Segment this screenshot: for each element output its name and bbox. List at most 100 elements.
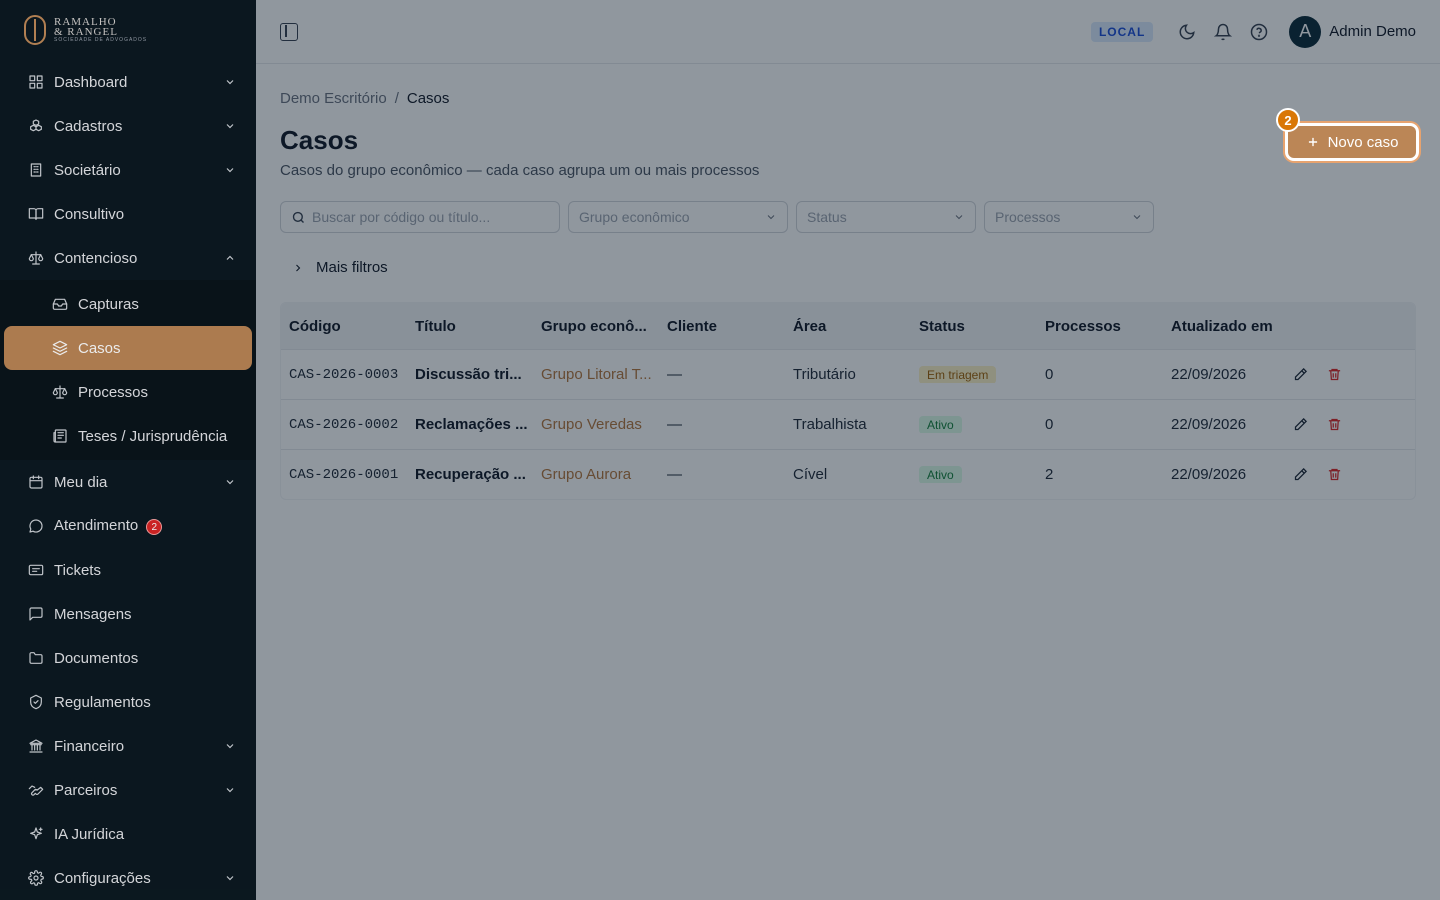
landmark-icon	[28, 738, 44, 754]
column-header-cliente[interactable]: Cliente	[659, 318, 785, 335]
sidebar-item-dashboard[interactable]: Dashboard	[0, 60, 256, 104]
column-header-codigo[interactable]: Código	[281, 318, 407, 335]
edit-icon[interactable]	[1293, 367, 1309, 383]
chat-icon	[28, 518, 44, 534]
trash-icon[interactable]	[1327, 367, 1343, 383]
cell-codigo[interactable]: CAS-2026-0003	[281, 367, 407, 383]
sidebar-item-ia-juridica[interactable]: IA Jurídica	[0, 812, 256, 856]
table-row[interactable]: CAS-2026-0001 Recuperação ... Grupo Aurora…	[281, 449, 1415, 499]
column-header-atualizado-em[interactable]: Atualizado em	[1163, 318, 1289, 335]
column-header-grupo-econo[interactable]: Grupo econô...	[533, 318, 659, 335]
cell-actions	[1289, 367, 1389, 383]
table-header: Código Título Grupo econô... Cliente Área Sta…	[281, 303, 1415, 349]
newspaper-icon	[52, 428, 68, 444]
status-select[interactable]: Status	[796, 201, 976, 233]
notification-badge: 2	[146, 519, 163, 536]
status-badge: Ativo	[919, 466, 962, 483]
chevron-down-icon	[226, 876, 234, 881]
grupo-select[interactable]: Grupo econômico	[568, 201, 788, 233]
processos-select[interactable]: Processos	[984, 201, 1154, 233]
brand-logo[interactable]: RAMALHO & RANGEL SOCIEDADE DE ADVOGADOS	[0, 0, 256, 60]
bell-icon[interactable]	[1213, 22, 1233, 42]
chevron-down-icon	[226, 168, 234, 173]
sidebar-subitem-casos[interactable]: Casos	[4, 326, 252, 370]
cases-table: Código Título Grupo econô... Cliente Área Sta…	[280, 302, 1416, 500]
chevron-down-icon	[767, 215, 775, 220]
cell-grupo[interactable]: Grupo Litoral T...	[533, 366, 659, 383]
help-icon[interactable]	[1249, 22, 1269, 42]
table-row[interactable]: CAS-2026-0003 Discussão tri... Grupo Litor…	[281, 349, 1415, 399]
edit-icon[interactable]	[1293, 467, 1309, 483]
new-case-label: Novo caso	[1327, 133, 1399, 151]
chevron-down-icon	[226, 124, 234, 129]
cell-titulo[interactable]: Recuperação ...	[407, 466, 533, 483]
sidebar-item-configuracoes[interactable]: Configurações	[0, 856, 256, 900]
column-header-area[interactable]: Área	[785, 318, 911, 335]
sidebar-item-documentos[interactable]: Documentos	[0, 636, 256, 680]
sidebar-subitem-capturas[interactable]: Capturas	[0, 282, 256, 326]
cell-codigo[interactable]: CAS-2026-0002	[281, 417, 407, 433]
sidebar-item-financeiro[interactable]: Financeiro	[0, 724, 256, 768]
column-header-titulo[interactable]: Título	[407, 318, 533, 335]
chevron-down-icon	[1133, 215, 1141, 220]
brand-line2: & RANGEL	[54, 26, 118, 38]
cell-codigo[interactable]: CAS-2026-0001	[281, 467, 407, 483]
status-select-value: Status	[807, 209, 847, 225]
sidebar-subitem-processos[interactable]: Processos	[0, 370, 256, 414]
chevron-up-icon	[226, 255, 234, 260]
breadcrumb-separator: /	[394, 90, 399, 107]
cell-grupo[interactable]: Grupo Aurora	[533, 466, 659, 483]
avatar[interactable]: A	[1289, 15, 1322, 48]
sidebar-item-societario[interactable]: Societário	[0, 148, 256, 192]
more-filters-toggle[interactable]: Mais filtros	[280, 259, 1416, 276]
sidebar-item-tickets[interactable]: Tickets	[0, 548, 256, 592]
tour-spotlight: Novo caso 2	[1276, 108, 1416, 158]
sidebar-item-parceiros[interactable]: Parceiros	[0, 768, 256, 812]
processos-select-value: Processos	[995, 209, 1061, 225]
cell-titulo[interactable]: Reclamações ...	[407, 416, 533, 433]
moon-icon[interactable]	[1177, 22, 1197, 42]
table-row[interactable]: CAS-2026-0002 Reclamações ... Grupo Vereda…	[281, 399, 1415, 449]
sparkles-icon	[28, 826, 44, 842]
breadcrumb-root[interactable]: Demo Escritório	[280, 90, 387, 107]
sidebar-subitem-label: Casos	[78, 339, 121, 357]
column-header-status[interactable]: Status	[911, 318, 1037, 335]
cell-cliente: —	[667, 466, 682, 483]
column-header-processos[interactable]: Processos	[1037, 318, 1163, 335]
cell-processos: 0	[1045, 416, 1054, 433]
sidebar-item-regulamentos[interactable]: Regulamentos	[0, 680, 256, 724]
sidebar-item-consultivo[interactable]: Consultivo	[0, 192, 256, 236]
sidebar-toggle-icon[interactable]	[280, 22, 298, 41]
sidebar-item-cadastros[interactable]: Cadastros	[0, 104, 256, 148]
page-subtitle: Casos do grupo econômico — cada caso agr…	[280, 162, 760, 179]
sidebar-item-mensagens[interactable]: Mensagens	[0, 592, 256, 636]
book-icon	[28, 206, 44, 222]
sidebar-subitem-label: Capturas	[78, 295, 139, 313]
cell-area: Cível	[793, 466, 828, 483]
sidebar-item-atendimento[interactable]: Atendimento 2	[0, 504, 256, 548]
trash-icon[interactable]	[1327, 467, 1343, 483]
page-title: Casos	[280, 125, 359, 155]
new-case-button[interactable]: Novo caso	[1288, 126, 1416, 158]
cell-atualizado: 22/09/2026	[1171, 466, 1247, 483]
chevron-right-icon	[296, 264, 301, 271]
edit-icon[interactable]	[1293, 417, 1309, 433]
sidebar-subitem-teses-jurisprudencia[interactable]: Teses / Jurisprudência	[0, 414, 256, 458]
cell-cliente: —	[667, 416, 682, 433]
user-name[interactable]: Admin Demo	[1329, 23, 1416, 40]
search-input[interactable]: Buscar por código ou título...	[280, 201, 560, 233]
grupo-select-value: Grupo econômico	[579, 209, 690, 225]
cell-actions	[1289, 467, 1389, 483]
sidebar-item-label: Societário	[54, 161, 121, 179]
cell-grupo[interactable]: Grupo Veredas	[533, 416, 659, 433]
brand-wordmark: RAMALHO & RANGEL SOCIEDADE DE ADVOGADOS	[54, 17, 147, 44]
trash-icon[interactable]	[1327, 417, 1343, 433]
subnav-contencioso: Capturas Casos Processos Teses / Jurisprudê…	[0, 280, 256, 460]
sidebar-item-meu-dia[interactable]: Meu dia	[0, 460, 256, 504]
boxes-icon	[28, 118, 44, 134]
scale-icon	[28, 250, 44, 266]
message-icon	[28, 606, 44, 622]
sidebar-item-label: Contencioso	[54, 249, 138, 267]
cell-titulo[interactable]: Discussão tri...	[407, 366, 533, 383]
sidebar-item-contencioso[interactable]: Contencioso	[0, 236, 256, 280]
